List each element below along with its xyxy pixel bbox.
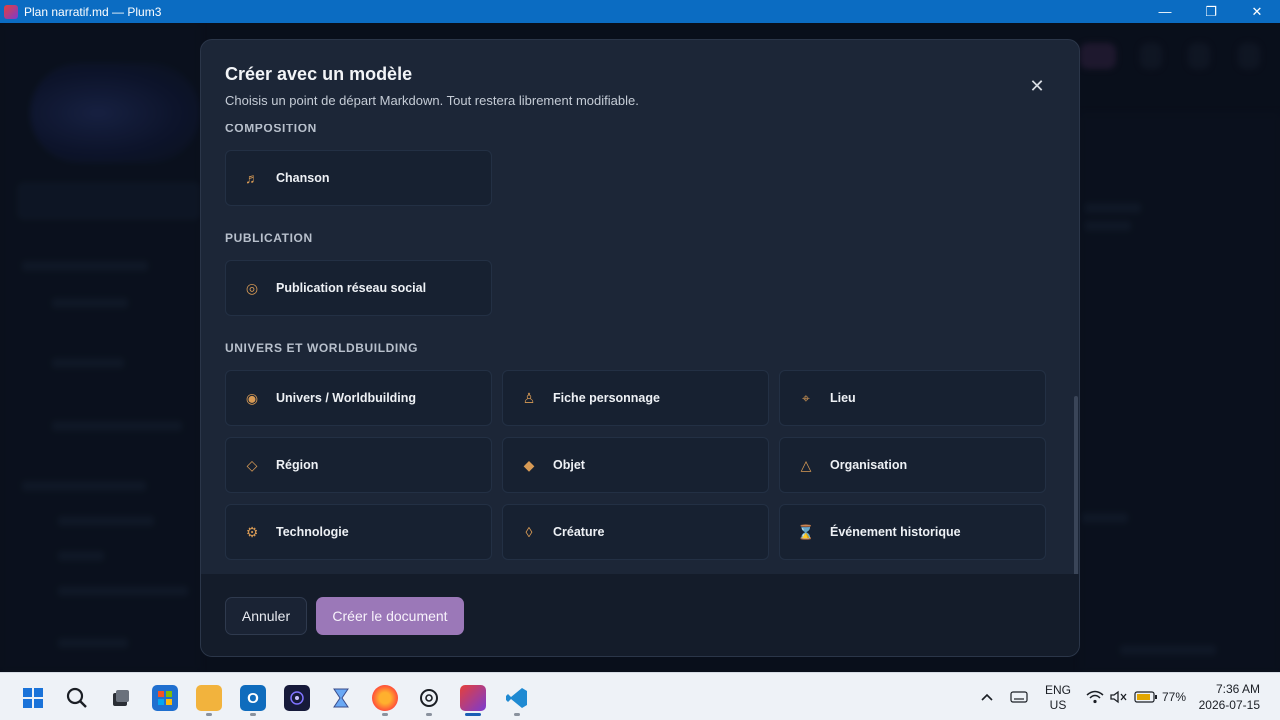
- filled-circle-icon: ◉: [245, 389, 259, 406]
- modal-footer: Annuler Créer le document: [201, 574, 1079, 656]
- music-note-icon: ♬: [245, 170, 259, 186]
- template-modal: Créer avec un modèle Choisis un point de…: [200, 39, 1080, 657]
- triangle-icon: △: [800, 456, 812, 473]
- chatgpt-icon[interactable]: [416, 685, 442, 711]
- template-card-univers[interactable]: ◉ Univers / Worldbuilding: [225, 370, 492, 426]
- template-card-chanson[interactable]: ♬ Chanson: [225, 150, 492, 206]
- window-title: Plan narratif.md — Plum3: [24, 4, 162, 19]
- create-document-button[interactable]: Créer le document: [316, 597, 464, 635]
- cancel-button[interactable]: Annuler: [225, 597, 307, 635]
- template-card-label: Lieu: [830, 391, 856, 405]
- template-card-fiche-personnage[interactable]: ♙ Fiche personnage: [502, 370, 769, 426]
- tray-chevron-up-icon[interactable]: [980, 673, 994, 720]
- gear-icon: ⚙: [245, 523, 259, 540]
- template-grid: ◉ Univers / Worldbuilding ♙ Fiche person…: [225, 370, 1055, 560]
- clock-time: 7:36 AM: [1215, 682, 1260, 696]
- taskbar: O ENG US 77% 7:36 AM 2026-07-15: [0, 672, 1280, 720]
- hourglass-app-icon[interactable]: [328, 685, 354, 711]
- template-card-label: Région: [276, 458, 319, 472]
- start-menu-icon[interactable]: [20, 685, 46, 711]
- clock[interactable]: 7:36 AM 2026-07-15: [1199, 681, 1260, 713]
- template-card-label: Chanson: [276, 171, 330, 185]
- template-card-creature[interactable]: ◊ Créature: [502, 504, 769, 560]
- section-label-publication: PUBLICATION: [225, 231, 313, 245]
- template-card-organisation[interactable]: △ Organisation: [779, 437, 1046, 493]
- diamond-filled-icon: ◆: [523, 456, 535, 473]
- template-card-evenement-historique[interactable]: ⌛ Événement historique: [779, 504, 1046, 560]
- section-label-univers: UNIVERS ET WORLDBUILDING: [225, 341, 419, 355]
- modal-header: Créer avec un modèle Choisis un point de…: [201, 40, 1079, 124]
- language-region: US: [1049, 698, 1067, 712]
- battery-icon[interactable]: 77%: [1134, 673, 1186, 720]
- template-card-objet[interactable]: ◆ Objet: [502, 437, 769, 493]
- search-icon[interactable]: [64, 685, 90, 711]
- hourglass-icon: ⌛: [797, 523, 815, 540]
- firefox-icon[interactable]: [372, 685, 398, 711]
- template-card-label: Technologie: [276, 525, 349, 539]
- keyboard-icon[interactable]: [1010, 673, 1028, 720]
- close-icon[interactable]: ✕: [1027, 76, 1047, 96]
- template-card-label: Publication réseau social: [276, 281, 427, 295]
- section-label-composition: COMPOSITION: [225, 124, 317, 135]
- template-card-label: Univers / Worldbuilding: [276, 391, 417, 405]
- vscode-icon[interactable]: [504, 685, 530, 711]
- small-diamond-icon: ◊: [525, 524, 533, 540]
- wifi-icon[interactable]: [1086, 673, 1104, 720]
- task-view-icon[interactable]: [108, 685, 134, 711]
- template-grid: ♬ Chanson: [225, 150, 1055, 206]
- plum3-icon[interactable]: [460, 685, 486, 711]
- diamond-outline-icon: ◇: [246, 456, 258, 473]
- running-indicator: [426, 713, 432, 716]
- template-card-technologie[interactable]: ⚙ Technologie: [225, 504, 492, 560]
- minimize-button[interactable]: —: [1142, 0, 1188, 23]
- app-logo-icon: [4, 4, 18, 19]
- active-indicator: [465, 713, 481, 716]
- running-indicator: [250, 713, 256, 716]
- modal-title: Créer avec un modèle: [225, 64, 413, 84]
- battery-percent: 77%: [1162, 690, 1187, 704]
- running-indicator: [514, 713, 520, 716]
- running-indicator: [206, 713, 212, 716]
- template-card-lieu[interactable]: ⌖ Lieu: [779, 370, 1046, 426]
- maximize-button[interactable]: ❐: [1188, 0, 1234, 23]
- target-circle-icon: ◎: [245, 279, 259, 296]
- template-grid: ◎ Publication réseau social: [225, 260, 1055, 316]
- outlook-icon[interactable]: O: [240, 685, 266, 711]
- location-pin-icon: ⌖: [802, 389, 810, 406]
- clock-date: 2026-07-15: [1198, 698, 1260, 712]
- template-card-label: Créature: [553, 525, 605, 539]
- template-card-region[interactable]: ◇ Région: [225, 437, 492, 493]
- scrollbar-thumb[interactable]: [1074, 396, 1078, 574]
- file-explorer-icon[interactable]: [196, 685, 222, 711]
- template-list[interactable]: COMPOSITION ♬ Chanson PUBLICATION ◎ Publ…: [201, 124, 1079, 574]
- close-window-button[interactable]: ✕: [1234, 0, 1280, 23]
- language-indicator[interactable]: ENG US: [1045, 683, 1071, 713]
- template-card-label: Organisation: [830, 458, 908, 472]
- window-titlebar: Plan narratif.md — Plum3 — ❐ ✕: [0, 0, 1280, 23]
- person-icon: ♙: [522, 389, 536, 406]
- template-list-content: COMPOSITION ♬ Chanson PUBLICATION ◎ Publ…: [225, 124, 1055, 560]
- template-card-label: Événement historique: [830, 525, 961, 539]
- modal-subtitle: Choisis un point de départ Markdown. Tou…: [225, 93, 639, 108]
- template-card-label: Fiche personnage: [553, 391, 660, 405]
- template-card-publication-reseau-social[interactable]: ◎ Publication réseau social: [225, 260, 492, 316]
- store-icon[interactable]: [152, 685, 178, 711]
- language-code: ENG: [1045, 683, 1072, 697]
- app-galaxy-icon[interactable]: [284, 685, 310, 711]
- template-card-label: Objet: [553, 458, 585, 472]
- running-indicator: [382, 713, 388, 716]
- speaker-muted-icon[interactable]: [1110, 673, 1128, 720]
